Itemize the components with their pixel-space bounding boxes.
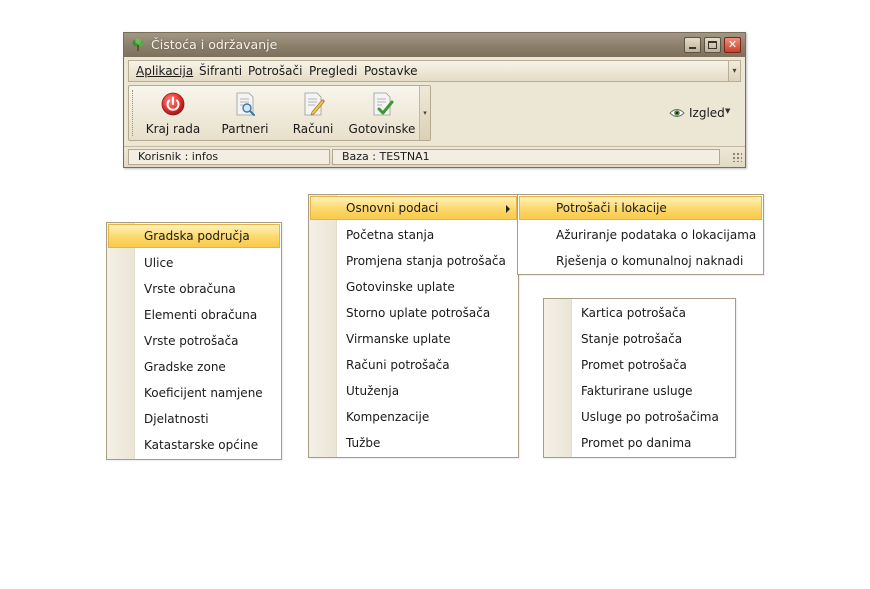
menu-bar: Aplikacija Šifranti Potrošači Pregledi P… xyxy=(128,60,741,82)
menu-item-usluge-po-potrosacima[interactable]: Usluge po potrošačima xyxy=(545,405,734,429)
osnovni-podaci-submenu: Potrošači i lokacije Ažuriranje podataka… xyxy=(517,194,764,275)
menu-aplikacija[interactable]: Aplikacija xyxy=(136,64,193,78)
menu-item-promjena-stanja-potrosaca[interactable]: Promjena stanja potrošača xyxy=(310,249,517,273)
menu-item-utuzenja[interactable]: Utuženja xyxy=(310,379,517,403)
menu-item-promet-potrosaca[interactable]: Promet potrošača xyxy=(545,353,734,377)
menu-item-promet-po-danima[interactable]: Promet po danima xyxy=(545,431,734,455)
menu-item-stanje-potrosaca[interactable]: Stanje potrošača xyxy=(545,327,734,351)
menu-item-vrste-potrosaca[interactable]: Vrste potrošača xyxy=(108,329,280,353)
chevron-down-icon: ▾ xyxy=(732,66,737,75)
menu-item-ulice[interactable]: Ulice xyxy=(108,251,280,275)
document-edit-icon xyxy=(304,92,325,116)
cash-button-label: Gotovinske xyxy=(348,122,416,136)
close-button[interactable]: ✕ xyxy=(724,37,741,53)
menu-item-kompenzacije[interactable]: Kompenzacije xyxy=(310,405,517,429)
menu-overflow-button[interactable]: ▾ xyxy=(728,61,740,81)
menu-item-virmanske-uplate[interactable]: Virmanske uplate xyxy=(310,327,517,351)
menu-potrosaci[interactable]: Potrošači xyxy=(248,64,302,78)
app-window: Čistoća i održavanje ✕ Aplikacija Šifran… xyxy=(123,32,746,168)
menu-item-osnovni-podaci[interactable]: Osnovni podaci xyxy=(310,196,517,220)
menu-item-vrste-obracuna[interactable]: Vrste obračuna xyxy=(108,277,280,301)
status-user: Korisnik : infos xyxy=(128,149,330,165)
document-search-icon xyxy=(236,92,255,116)
chevron-down-icon: ▾ xyxy=(423,109,427,117)
status-database: Baza : TESTNA1 xyxy=(332,149,720,165)
partners-button[interactable]: Partneri xyxy=(211,88,279,138)
submenu-arrow-icon xyxy=(506,205,510,213)
eye-icon xyxy=(669,109,685,117)
menu-postavke[interactable]: Postavke xyxy=(364,64,417,78)
minimize-icon xyxy=(689,47,696,49)
menu-item-djelatnosti[interactable]: Djelatnosti xyxy=(108,407,280,431)
look-label: Izgled xyxy=(689,106,725,120)
resize-grip-icon[interactable] xyxy=(732,152,742,162)
menu-item-fakturirane-usluge[interactable]: Fakturirane usluge xyxy=(545,379,734,403)
menu-pregledi[interactable]: Pregledi xyxy=(309,64,357,78)
status-bar: Korisnik : infos Baza : TESTNA1 xyxy=(124,146,745,167)
menu-item-pocetna-stanja[interactable]: Početna stanja xyxy=(310,223,517,247)
maximize-button[interactable] xyxy=(704,37,721,53)
menu-item-rjesenja-o-komunalnoj-naknadi[interactable]: Rješenja o komunalnoj naknadi xyxy=(519,249,762,273)
menu-item-gotovinske-uplate[interactable]: Gotovinske uplate xyxy=(310,275,517,299)
menu-item-katastarske-opcine[interactable]: Katastarske općine xyxy=(108,433,280,457)
exit-button-label: Kraj rada xyxy=(145,122,201,136)
tree-icon xyxy=(132,38,144,51)
menu-item-storno-uplate-potrosaca[interactable]: Storno uplate potrošača xyxy=(310,301,517,325)
document-check-icon xyxy=(373,92,394,116)
menu-item-kartica-potrosaca[interactable]: Kartica potrošača xyxy=(545,301,734,325)
menu-item-gradske-zone[interactable]: Gradske zone xyxy=(108,355,280,379)
menu-item-potrosaci-i-lokacije[interactable]: Potrošači i lokacije xyxy=(519,196,762,220)
potrosaci-menu: Osnovni podaci Početna stanja Promjena s… xyxy=(308,194,519,458)
title-bar[interactable]: Čistoća i održavanje ✕ xyxy=(124,33,745,57)
menu-item-tuzbe[interactable]: Tužbe xyxy=(310,431,517,455)
cash-button[interactable]: Gotovinske xyxy=(347,88,417,138)
toolbar-grip[interactable] xyxy=(132,90,134,136)
sifranti-menu: Gradska područja Ulice Vrste obračuna El… xyxy=(106,222,282,460)
menu-item-gradska-podrucja[interactable]: Gradska područja xyxy=(108,224,280,248)
pregledi-menu: Kartica potrošača Stanje potrošača Prome… xyxy=(543,298,736,458)
menu-item-azuriranje-podataka[interactable]: Ažuriranje podataka o lokacijama xyxy=(519,223,762,247)
partners-button-label: Partneri xyxy=(221,122,269,136)
caret-down-icon: ▼ xyxy=(725,107,731,115)
power-icon xyxy=(161,92,185,116)
exit-button[interactable]: Kraj rada xyxy=(137,88,209,138)
minimize-button[interactable] xyxy=(684,37,701,53)
menu-item-racuni-potrosaca[interactable]: Računi potrošača xyxy=(310,353,517,377)
invoices-button[interactable]: Računi xyxy=(281,88,345,138)
toolbar-overflow-button[interactable]: ▾ xyxy=(419,86,430,140)
menu-item-koeficijent-namjene[interactable]: Koeficijent namjene xyxy=(108,381,280,405)
maximize-icon xyxy=(708,41,717,49)
menu-item-elementi-obracuna[interactable]: Elementi obračuna xyxy=(108,303,280,327)
menu-sifranti[interactable]: Šifranti xyxy=(199,64,242,78)
toolbar: Kraj rada Partneri Računi Gotovinske ▾ xyxy=(128,85,431,141)
window-title: Čistoća i održavanje xyxy=(151,37,278,52)
close-icon: ✕ xyxy=(727,38,738,51)
invoices-button-label: Računi xyxy=(292,122,334,136)
